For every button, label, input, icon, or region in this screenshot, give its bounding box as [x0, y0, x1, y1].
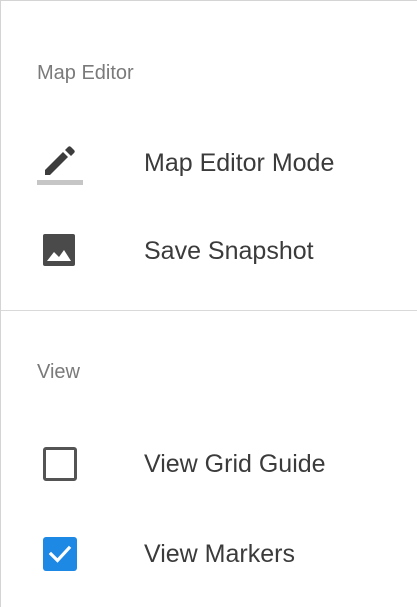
checkbox-unchecked-icon[interactable]	[43, 447, 77, 481]
save-snapshot-item[interactable]: Save Snapshot	[1, 216, 417, 286]
map-editor-mode-label: Map Editor Mode	[144, 149, 335, 177]
image-icon	[37, 228, 83, 274]
map-editor-mode-item[interactable]: Map Editor Mode	[1, 128, 417, 198]
view-grid-guide-label: View Grid Guide	[144, 450, 326, 478]
checkbox-checked-icon[interactable]	[43, 537, 77, 571]
pencil-icon	[37, 140, 83, 186]
checkbox-unchecked-icon-wrapper	[37, 441, 83, 487]
section-divider	[1, 310, 417, 311]
view-grid-guide-item[interactable]: View Grid Guide	[1, 429, 417, 499]
view-markers-label: View Markers	[144, 540, 295, 568]
save-snapshot-label: Save Snapshot	[144, 237, 314, 265]
map-menu-panel: Map Editor Map Editor Mode Save Snapshot…	[0, 0, 417, 607]
section-header-view: View	[37, 361, 80, 383]
view-markers-item[interactable]: View Markers	[1, 519, 417, 589]
section-header-map-editor: Map Editor	[37, 62, 134, 84]
checkmark-icon	[48, 545, 72, 563]
checkbox-checked-icon-wrapper	[37, 531, 83, 577]
